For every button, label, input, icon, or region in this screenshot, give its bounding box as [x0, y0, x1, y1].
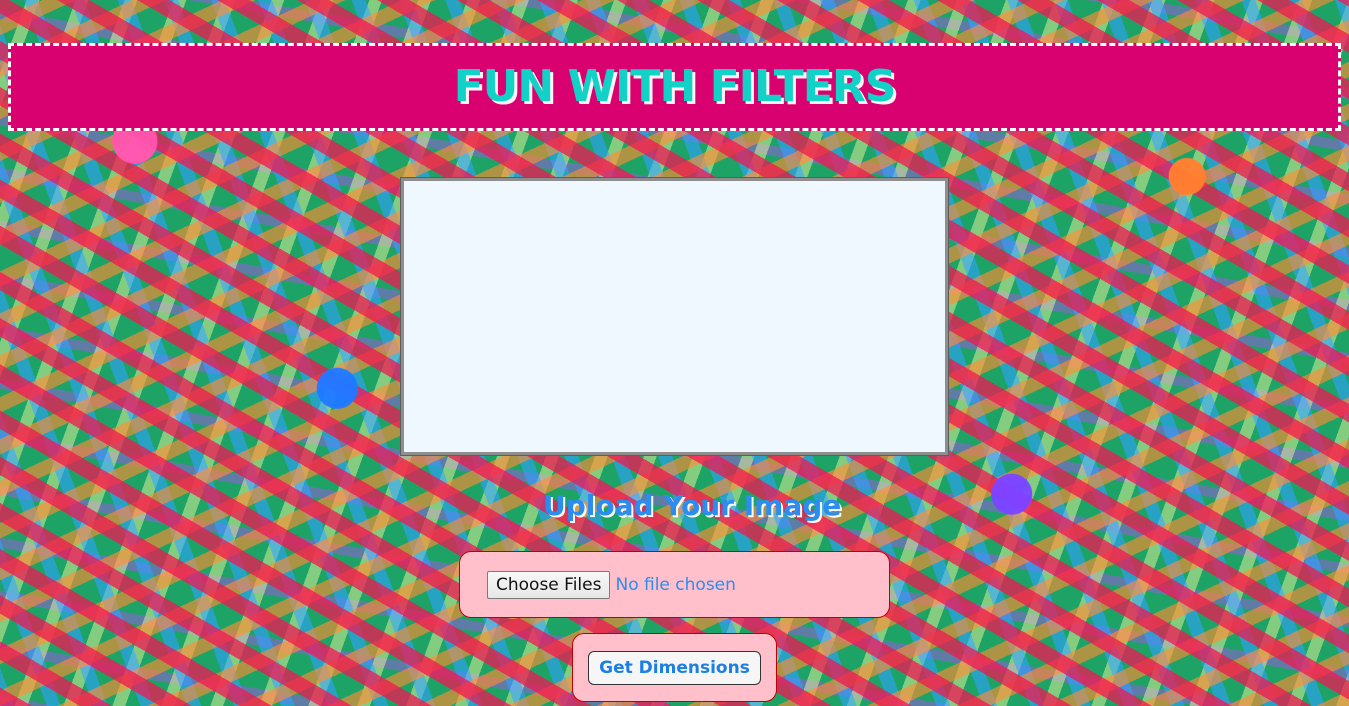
- image-preview-area: [400, 177, 949, 456]
- header-banner: FUN WITH FILTERS: [8, 43, 1341, 131]
- get-dimensions-container: Get Dimensions: [572, 633, 777, 702]
- upload-heading: Upload Your Image: [543, 489, 842, 522]
- page-title: FUN WITH FILTERS: [453, 60, 897, 112]
- choose-files-button[interactable]: Choose Files: [487, 570, 611, 599]
- file-upload-container: Choose Files No file chosen: [459, 551, 890, 618]
- get-dimensions-button[interactable]: Get Dimensions: [588, 650, 761, 685]
- file-status-text: No file chosen: [615, 574, 736, 595]
